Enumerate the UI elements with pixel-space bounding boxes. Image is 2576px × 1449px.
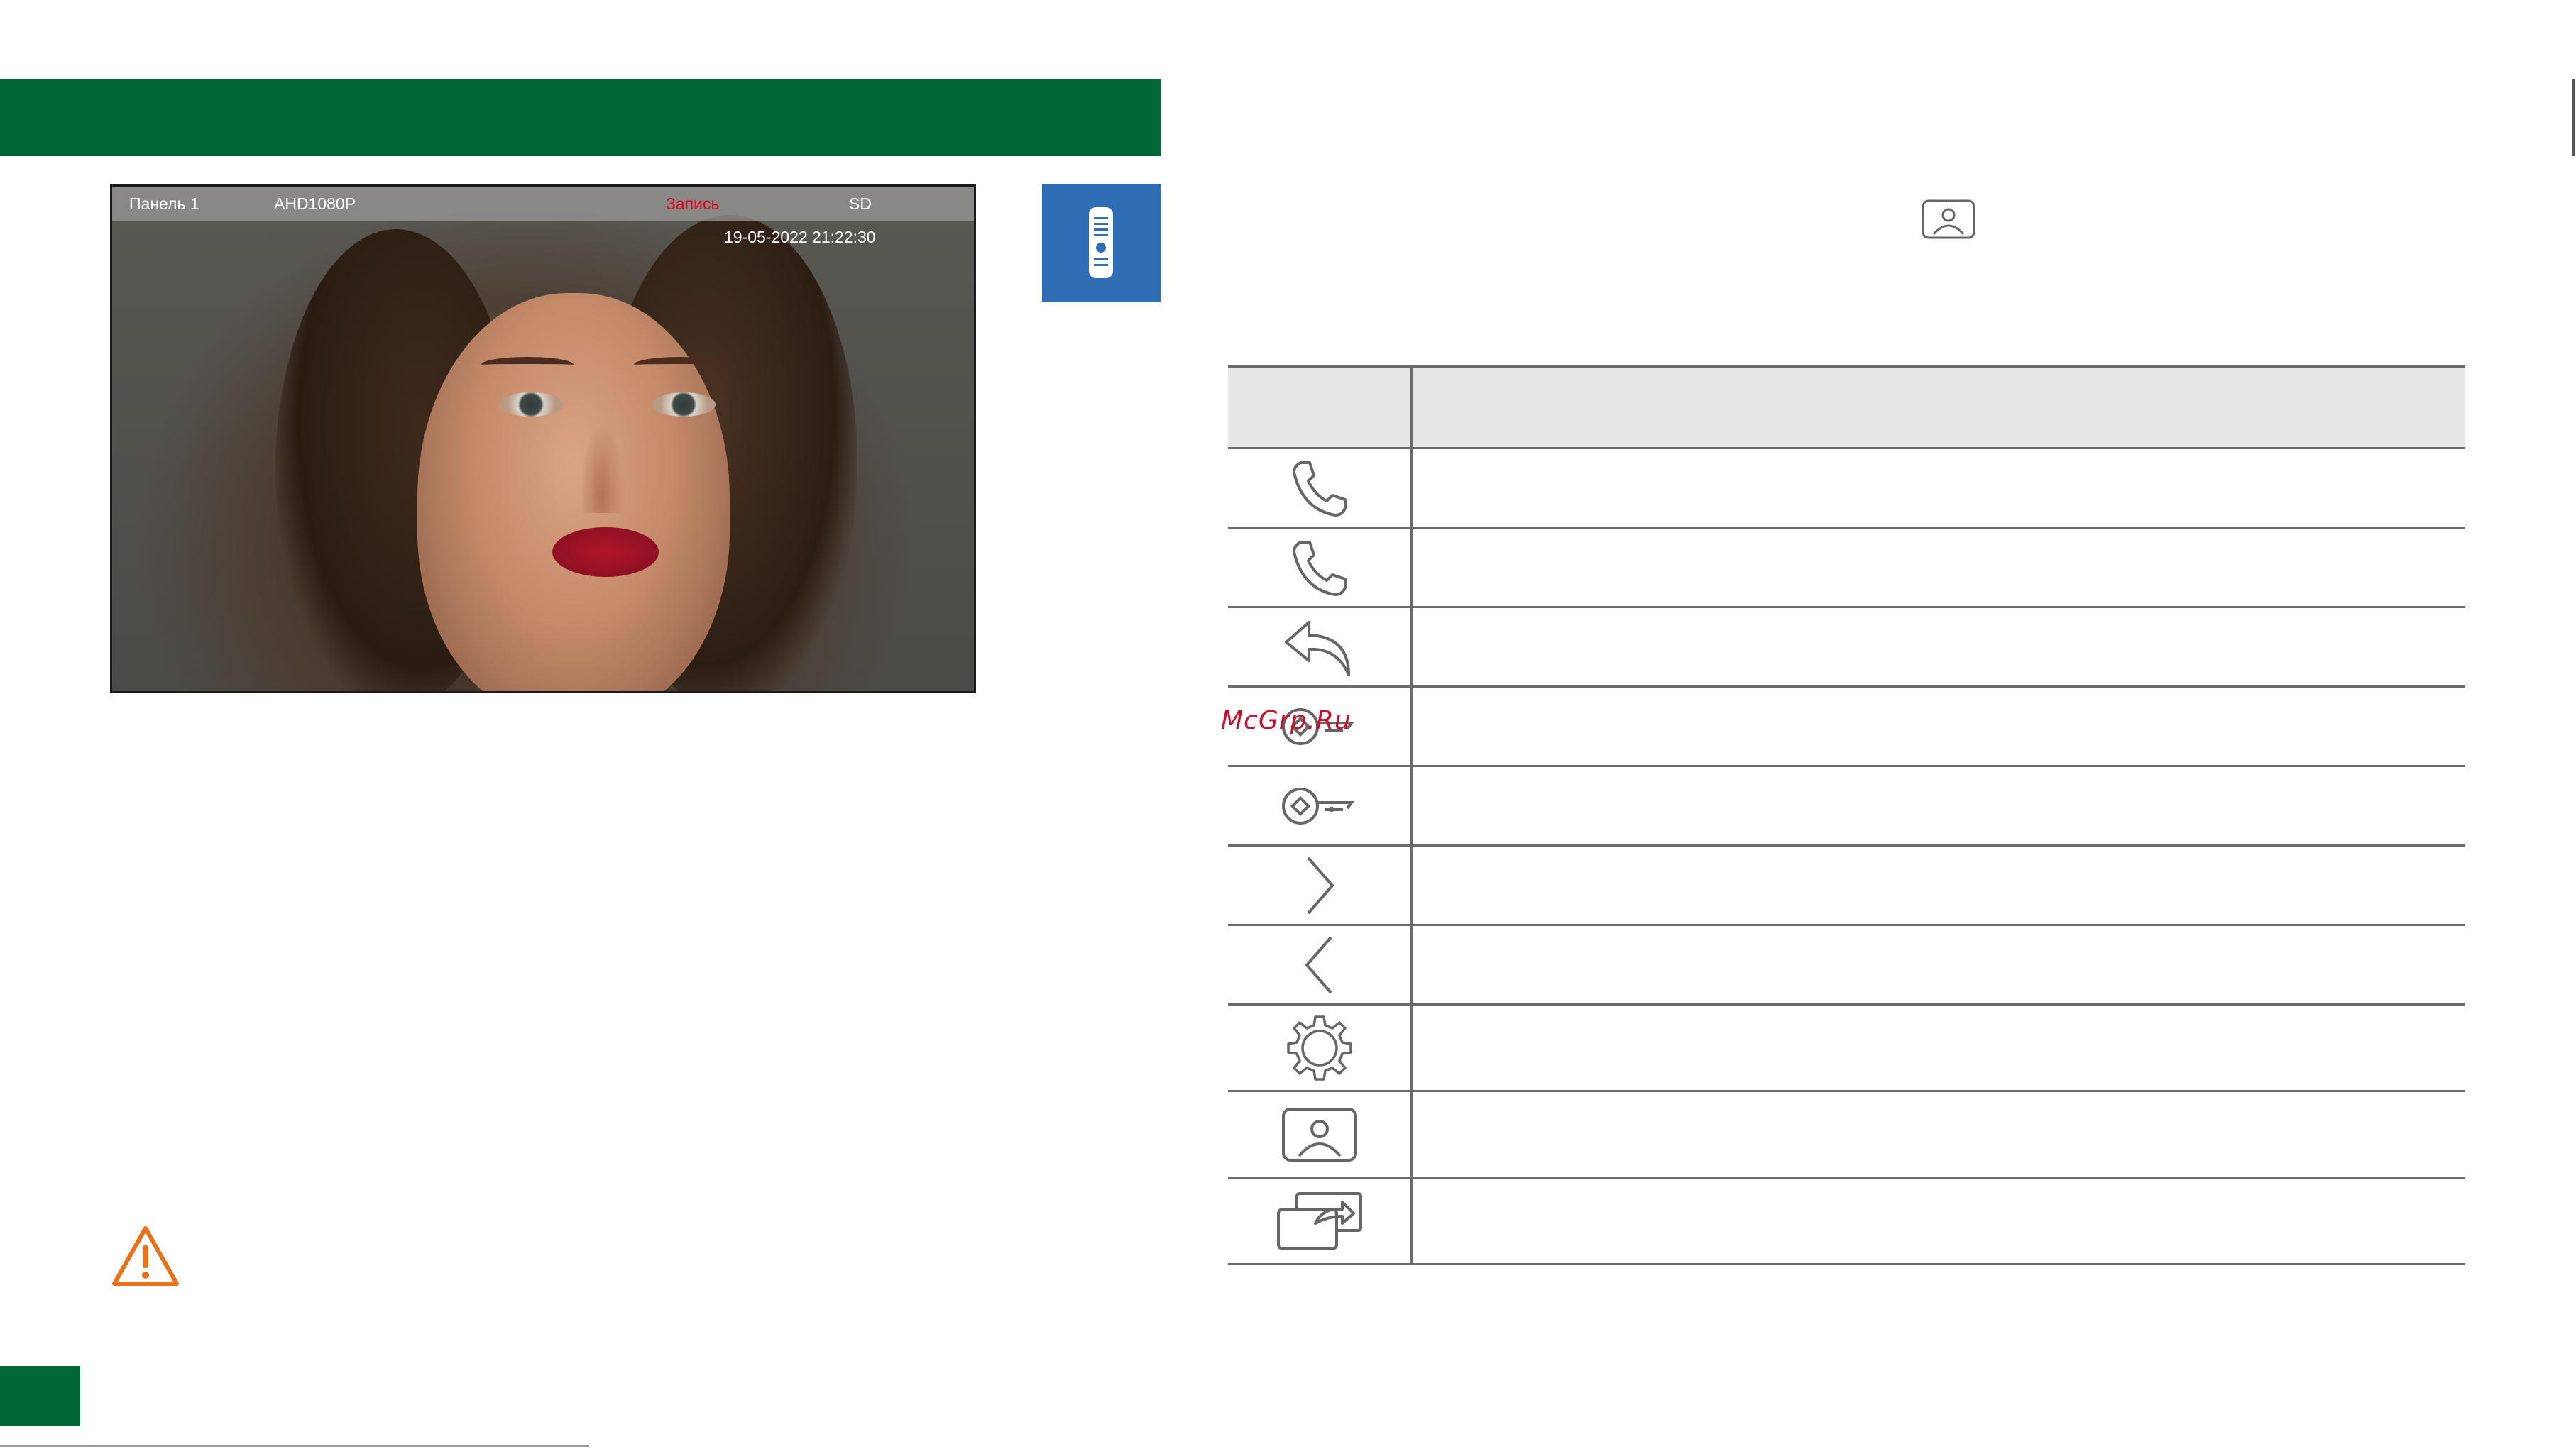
table-row: [1228, 1006, 2465, 1092]
panel-label: Панель 1: [129, 194, 199, 213]
icon-table: [1228, 365, 2465, 1265]
header-cell: [1415, 368, 2465, 447]
back-arrow-icon: [1284, 620, 1350, 676]
table-row: [1228, 767, 2465, 847]
section-header-bar: [0, 79, 1161, 156]
watermark: McGrp.Ru: [1221, 706, 1352, 735]
table-header: [1228, 365, 2465, 449]
photo-icon: [1922, 199, 1975, 239]
record-label: Запись: [666, 194, 720, 213]
phone-answer-icon: [1292, 461, 1347, 517]
photo-face: [417, 293, 730, 691]
monitor-screen-preview: Панель 1 AHD1080P Запись SD 19-05-2022 2…: [110, 184, 976, 693]
table-row: [1228, 847, 2465, 926]
table-row: [1228, 926, 2465, 1006]
table-row: [1228, 1092, 2465, 1179]
table-row: [1228, 1179, 2465, 1265]
door-panel-shape: [1089, 207, 1113, 278]
warning-icon: [112, 1226, 179, 1286]
chevron-left-icon: [1304, 936, 1332, 993]
chevron-right-icon: [1306, 856, 1334, 914]
photo-detail: [481, 357, 574, 373]
header-cell: [1228, 368, 1413, 447]
gear-icon: [1286, 1015, 1352, 1081]
photo-detail: [634, 357, 726, 373]
table-row: [1228, 529, 2465, 608]
photo-detail: [652, 392, 716, 417]
screen-status-bar: Панель 1 AHD1080P Запись SD: [112, 187, 974, 221]
key-lock-2-icon: [1281, 787, 1354, 825]
photo-icon: [1281, 1107, 1357, 1162]
table-row: [1228, 688, 2465, 767]
photo-detail: [499, 392, 563, 417]
datetime-label: 19-05-2022 21:22:30: [724, 228, 876, 246]
phone-hangup-icon: [1292, 540, 1347, 596]
resolution-label: AHD1080P: [274, 194, 356, 213]
page-number-block: [0, 1366, 80, 1426]
storage-label: SD: [849, 194, 872, 213]
photo-detail: [552, 527, 659, 577]
transfer-icon: [1276, 1191, 1362, 1250]
table-row: [1228, 608, 2465, 688]
door-panel-icon: [1042, 184, 1161, 302]
photo-detail: [581, 421, 623, 513]
bottom-rule: [0, 1445, 589, 1447]
page-edge-line: [2572, 79, 2575, 156]
table-row: [1228, 449, 2465, 529]
